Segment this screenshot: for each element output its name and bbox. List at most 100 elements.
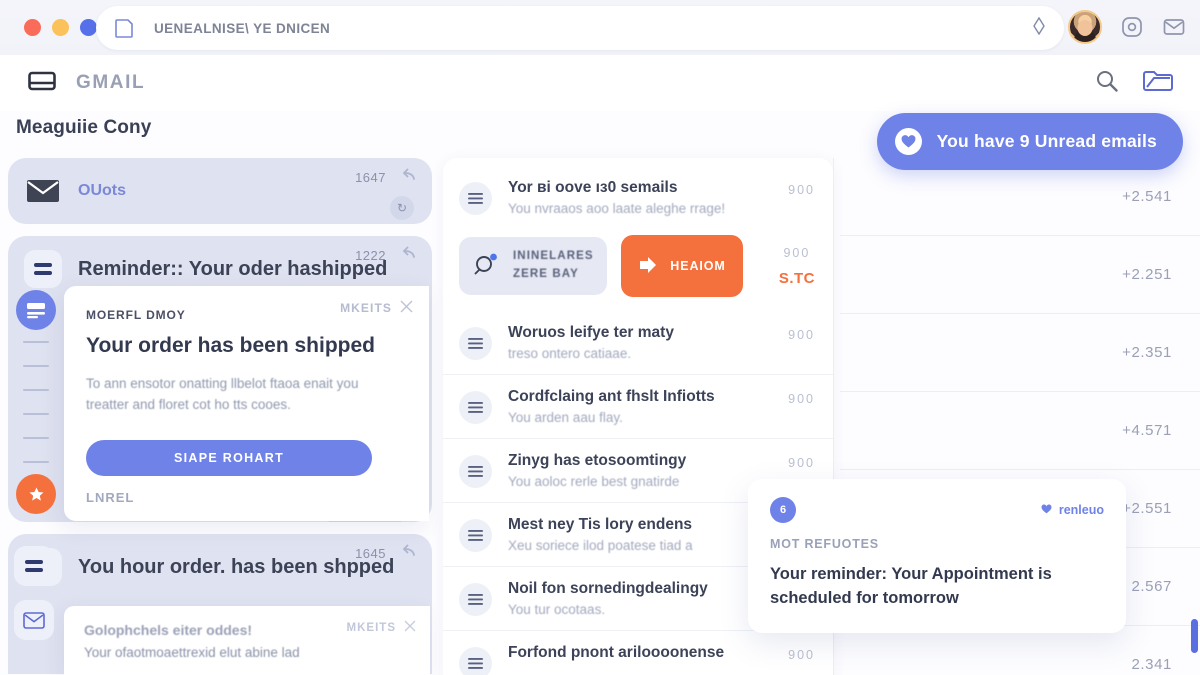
header-actions: [1094, 68, 1180, 99]
cta-meta-count: 900: [783, 245, 811, 260]
secondary-notice-card: MKEITS Golophchels eiter oddes! Your ofa…: [64, 606, 430, 675]
send-icon: [638, 256, 658, 277]
minimize-window-button[interactable]: [52, 19, 69, 36]
reminder-kicker: MOT REFUOTES: [770, 537, 879, 551]
reminder-badge: 6: [770, 497, 796, 523]
app-root: UENEALNISE\ YE DNICEN GMAIL Meaguiie Con…: [0, 0, 1200, 675]
search-chip-line1: ININELARES: [513, 250, 594, 263]
value: +2.541: [1122, 188, 1172, 205]
value: +4.571: [1122, 422, 1172, 439]
refresh-icon[interactable]: ↻: [390, 196, 414, 220]
order-shipped-card: MKEITS MOERFL DMOY Your order has been s…: [64, 286, 429, 521]
avatar[interactable]: [1068, 10, 1102, 44]
list-item-meta: 900: [788, 648, 815, 662]
search-chip[interactable]: ININELARES ZERE BAY: [459, 237, 607, 295]
close-window-button[interactable]: [24, 19, 41, 36]
list-item-title: Forfond pnont ariloooonense: [508, 644, 725, 661]
sidebar-rail: [8, 290, 64, 540]
reply-icon[interactable]: [400, 168, 416, 187]
table-row[interactable]: 2.341: [840, 626, 1200, 675]
list-icon: [24, 250, 62, 288]
card-icon[interactable]: [16, 290, 56, 330]
reminder-link-label: renleuo: [1058, 503, 1104, 517]
list-item-subtitle: You nvraaos aoo laate aleghe rrage!: [508, 201, 726, 216]
value: +2.251: [1122, 266, 1172, 283]
heart-icon: [1041, 503, 1052, 517]
list-item[interactable]: Cordfclaing ant fhslt Infiotts You arden…: [443, 374, 833, 438]
list-icon: [459, 519, 492, 552]
maximize-window-button[interactable]: [80, 19, 97, 36]
card-body: To ann ensotor onatting llbelot ftaoa en…: [86, 376, 359, 412]
table-row[interactable]: +4.571: [840, 392, 1200, 470]
list-item-title: Zinyg has etosoomtingy: [508, 452, 687, 469]
app-header: GMAIL: [0, 55, 1200, 111]
list-icon: [459, 391, 492, 424]
list-item-meta: 900: [788, 328, 815, 342]
search-chip-label: ININELARES ZERE BAY: [513, 248, 594, 284]
sidebar-rail-secondary: [14, 546, 54, 654]
list-item-meta: 1222: [355, 248, 386, 263]
start-order-button[interactable]: SIAPE ROHART: [86, 439, 372, 476]
value: 2.567: [1131, 578, 1172, 595]
action-button[interactable]: HEAIOM: [621, 235, 743, 297]
list-icon: [459, 182, 492, 215]
mail-icon[interactable]: [1162, 15, 1186, 39]
unread-banner-text: You have 9 Unread emails: [936, 131, 1157, 151]
unread-banner[interactable]: You have 9 Unread emails: [876, 113, 1183, 170]
reminder-popup: 6 renleuo MOT REFUOTES Your reminder: Yo…: [748, 479, 1126, 633]
address-bar[interactable]: UENEALNISE\ YE DNICEN: [96, 6, 1064, 50]
rail-divider: [23, 341, 49, 343]
close-icon[interactable]: [400, 300, 413, 316]
list-item[interactable]: Yor вi oove ıз0 semails You nvraaos aoo …: [443, 166, 833, 229]
search-icon[interactable]: [1094, 68, 1120, 99]
folder-icon[interactable]: [1142, 68, 1174, 99]
list-item[interactable]: OUots 1647 ↻: [8, 158, 432, 224]
list-item-label: You hour order. has been shpped: [78, 555, 395, 578]
brand: GMAIL: [20, 70, 145, 97]
value: +2.351: [1122, 344, 1172, 361]
card-body: Your ofaotmoaettrexid elut abine lad: [84, 645, 300, 660]
list-item-meta: 900: [788, 456, 815, 470]
heart-check-icon: [894, 128, 922, 155]
card-title: Your order has been shipped: [86, 334, 375, 357]
card-footer-label: LNREL: [86, 490, 135, 505]
window-controls[interactable]: [24, 19, 97, 36]
value: 2.341: [1131, 656, 1172, 673]
search-chip-line2: ZERE BAY: [513, 268, 579, 280]
list-item[interactable]: Forfond pnont ariloooonense 900: [443, 630, 833, 675]
list-item-title: Noil fon sornedingdealingy: [508, 580, 708, 597]
status-badge: S.TC: [778, 269, 815, 287]
reply-icon[interactable]: [400, 544, 416, 563]
reply-icon[interactable]: [400, 246, 416, 265]
list-item-subtitle: treso ontero catiaae.: [508, 346, 632, 361]
list-item-label: OUots: [78, 182, 126, 199]
rail-divider: [23, 461, 49, 463]
brand-name: GMAIL: [76, 72, 146, 93]
list-item-subtitle: You arden aau flay.: [508, 410, 623, 425]
list-item[interactable]: Woruos leifye ter maty treso ontero cati…: [443, 311, 833, 374]
list-item-meta: 1647: [355, 170, 386, 185]
list-item-subtitle: You aoloc rerle best gnatirde: [508, 474, 680, 489]
rail-divider: [23, 413, 49, 415]
table-row[interactable]: +2.251: [840, 236, 1200, 314]
scrollbar-thumb[interactable]: [1191, 619, 1198, 653]
reminder-link[interactable]: renleuo: [1041, 503, 1104, 517]
search-dot-icon: [473, 251, 501, 282]
reminder-header: 6 renleuo: [770, 497, 1104, 523]
list-item-meta: 1645: [355, 546, 386, 561]
list-icon: [459, 327, 492, 360]
browser-chrome: UENEALNISE\ YE DNICEN: [0, 0, 1200, 55]
envelope-icon[interactable]: [14, 600, 54, 640]
rail-divider: [23, 437, 49, 439]
list-item-subtitle: You tur ocotaas.: [508, 602, 606, 617]
card-kicker: Golophchels eiter oddes!: [84, 622, 253, 638]
address-bar-text: UENEALNISE\ YE DNICEN: [154, 20, 331, 36]
table-row[interactable]: +2.351: [840, 314, 1200, 392]
envelope-filled-icon: [24, 172, 62, 210]
star-icon[interactable]: [16, 474, 56, 514]
list-icon[interactable]: [14, 546, 54, 586]
camera-icon[interactable]: [1120, 15, 1144, 39]
diamond-icon[interactable]: [1032, 16, 1046, 40]
list-item-title: Cordfclaing ant fhslt Infiotts: [508, 388, 715, 405]
reminder-title: Your reminder: Your Appointment is sched…: [770, 565, 1052, 607]
